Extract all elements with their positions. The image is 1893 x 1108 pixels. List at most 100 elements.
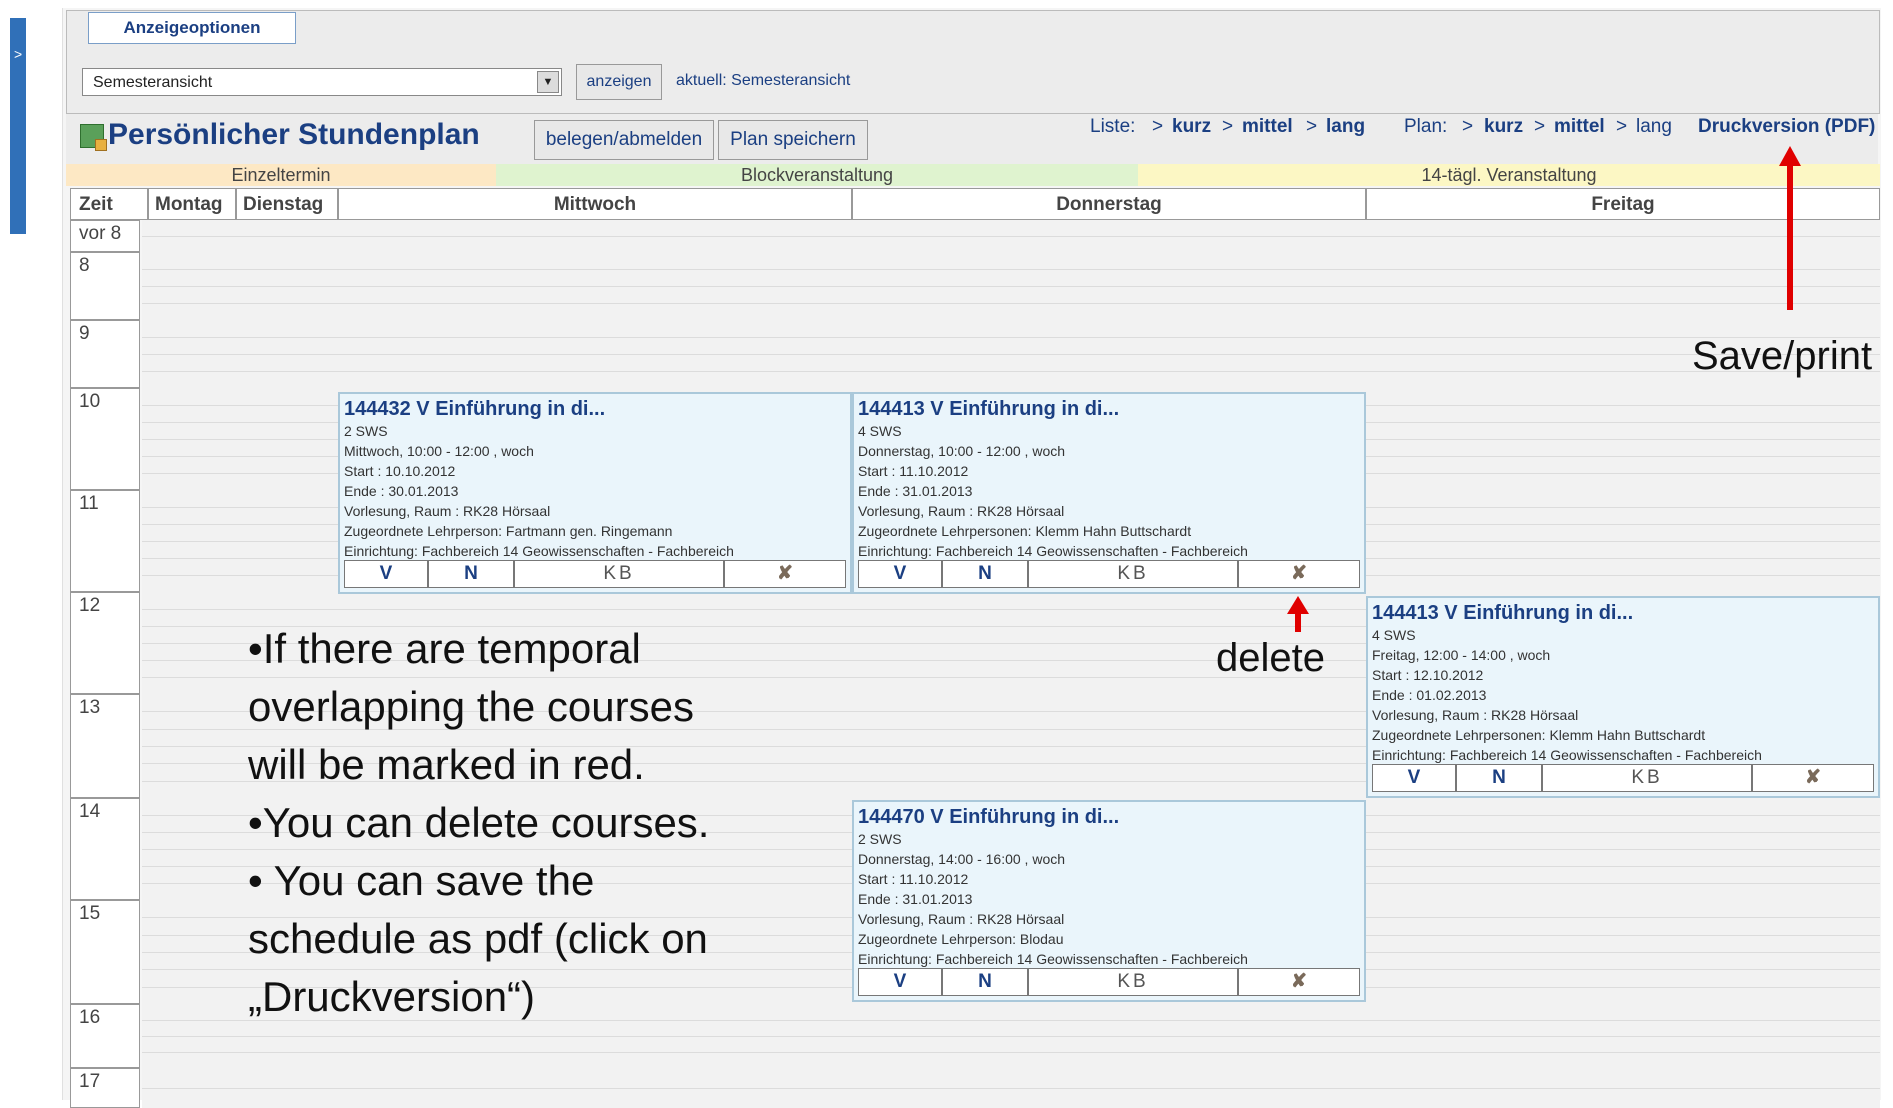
course-card[interactable]: 144470 V Einführung in di... 2 SWS Donne…	[852, 800, 1366, 1002]
course-sws: 2 SWS	[858, 831, 902, 847]
delete-callout: delete	[1216, 636, 1325, 680]
arrow-up-icon	[1787, 162, 1793, 310]
course-teacher: Zugeordnete Lehrpersonen: Klemm Hahn But…	[1372, 727, 1706, 743]
course-teacher: Zugeordnete Lehrperson: Blodau	[858, 931, 1064, 947]
delete-icon[interactable]: ✘	[1753, 765, 1873, 791]
delete-icon[interactable]: ✘	[1239, 969, 1359, 995]
list-mittel-link[interactable]: mittel	[1242, 116, 1293, 137]
annotation-line: •If there are temporal	[248, 625, 641, 672]
course-v-button[interactable]: V	[345, 561, 429, 587]
options-panel	[66, 10, 1880, 114]
save-print-callout: Save/print	[1692, 334, 1873, 378]
course-v-button[interactable]: V	[1373, 765, 1457, 791]
grid-line	[142, 337, 1880, 338]
grid-line	[142, 1036, 1880, 1037]
column-tuesday: Dienstag	[236, 188, 338, 220]
course-kb-button[interactable]: KB	[515, 561, 725, 587]
time-row-label: 13	[70, 694, 140, 798]
course-time: Donnerstag, 10:00 - 12:00 , woch	[858, 443, 1066, 459]
annotation-line: overlapping the courses	[248, 683, 694, 730]
course-teacher: Zugeordnete Lehrpersonen: Klemm Hahn But…	[858, 523, 1192, 539]
sep: >	[1616, 116, 1628, 137]
course-action-bar: V N KB ✘	[344, 560, 846, 588]
save-plan-button[interactable]: Plan speichern	[718, 120, 868, 160]
course-kb-button[interactable]: KB	[1029, 969, 1239, 995]
course-action-bar: V N KB ✘	[858, 968, 1360, 996]
annotation-line: • You can save the	[248, 857, 595, 904]
time-row-label: 10	[70, 388, 140, 490]
course-institution: Einrichtung: Fachbereich 14 Geowissensch…	[858, 951, 1248, 967]
list-label: Liste:	[1090, 116, 1136, 137]
course-start: Start : 12.10.2012	[1372, 667, 1484, 683]
column-time: Zeit	[70, 188, 148, 220]
column-thursday: Donnerstag	[852, 188, 1366, 220]
options-title: Anzeigeoptionen	[88, 12, 296, 44]
view-select[interactable]: Semesteransicht ▼	[82, 68, 562, 96]
grid-line	[142, 269, 1880, 270]
course-institution: Einrichtung: Fachbereich 14 Geowissensch…	[344, 543, 734, 559]
course-teacher: Zugeordnete Lehrperson: Fartmann gen. Ri…	[344, 523, 673, 539]
course-card[interactable]: 144413 V Einführung in di... 4 SWS Donne…	[852, 392, 1366, 594]
annotation-line: schedule as pdf (click on	[248, 915, 708, 962]
grid-line	[142, 354, 1880, 355]
delete-icon[interactable]: ✘	[1239, 561, 1359, 587]
course-card[interactable]: 144432 V Einführung in di... 2 SWS Mittw…	[338, 392, 852, 594]
course-room: Vorlesung, Raum : RK28 Hörsaal	[344, 503, 551, 519]
course-end: Ende : 31.01.2013	[858, 483, 973, 499]
course-n-button[interactable]: N	[429, 561, 515, 587]
delete-icon[interactable]: ✘	[725, 561, 845, 587]
course-title[interactable]: 144432 V Einführung in di...	[340, 394, 850, 421]
column-wednesday: Mittwoch	[338, 188, 852, 220]
list-lang-link[interactable]: lang	[1326, 116, 1365, 137]
course-title[interactable]: 144413 V Einführung in di...	[854, 394, 1364, 421]
plan-mittel-link[interactable]: mittel	[1554, 116, 1605, 137]
print-version-link[interactable]: Druckversion (PDF)	[1698, 116, 1875, 137]
annotation-line: •You can delete courses.	[248, 799, 710, 846]
enroll-button[interactable]: belegen/abmelden	[534, 120, 714, 160]
sidebar-toggle[interactable]: >	[10, 18, 26, 234]
time-row-label: vor 8	[70, 220, 140, 252]
course-end: Ende : 01.02.2013	[1372, 687, 1487, 703]
course-kb-button[interactable]: KB	[1543, 765, 1753, 791]
course-title[interactable]: 144470 V Einführung in di...	[854, 802, 1364, 829]
course-time: Freitag, 12:00 - 14:00 , woch	[1372, 647, 1551, 663]
course-room: Vorlesung, Raum : RK28 Hörsaal	[1372, 707, 1579, 723]
course-card[interactable]: 144413 V Einführung in di... 4 SWS Freit…	[1366, 596, 1880, 798]
annotation-text: •If there are temporal overlapping the c…	[248, 620, 788, 1026]
sep: >	[1306, 116, 1318, 137]
chevron-down-icon[interactable]: ▼	[537, 71, 559, 93]
current-view-text: aktuell: Semesteransicht	[676, 72, 851, 89]
time-row-label: 12	[70, 592, 140, 694]
arrow-up-icon	[1779, 146, 1801, 166]
course-kb-button[interactable]: KB	[1029, 561, 1239, 587]
column-friday: Freitag	[1366, 188, 1880, 220]
time-row-label: 11	[70, 490, 140, 592]
annotation-line: „Druckversion“)	[248, 973, 536, 1020]
show-button[interactable]: anzeigen	[576, 64, 662, 100]
course-sws: 4 SWS	[1372, 627, 1416, 643]
course-room: Vorlesung, Raum : RK28 Hörsaal	[858, 911, 1065, 927]
course-n-button[interactable]: N	[1457, 765, 1543, 791]
sep: >	[1462, 116, 1474, 137]
course-sws: 2 SWS	[344, 423, 388, 439]
course-time: Mittwoch, 10:00 - 12:00 , woch	[344, 443, 534, 459]
course-start: Start : 11.10.2012	[858, 871, 969, 887]
course-v-button[interactable]: V	[859, 561, 943, 587]
legend-single-date: Einzeltermin	[66, 164, 496, 186]
course-v-button[interactable]: V	[859, 969, 943, 995]
course-institution: Einrichtung: Fachbereich 14 Geowissensch…	[1372, 747, 1762, 763]
course-n-button[interactable]: N	[943, 561, 1029, 587]
time-row-label: 14	[70, 798, 140, 900]
sep: >	[1534, 116, 1546, 137]
page-title: Persönlicher Stundenplan	[108, 118, 480, 151]
grid-line	[142, 1088, 1880, 1089]
course-n-button[interactable]: N	[943, 969, 1029, 995]
course-room: Vorlesung, Raum : RK28 Hörsaal	[858, 503, 1065, 519]
course-title[interactable]: 144413 V Einführung in di...	[1368, 598, 1878, 625]
list-kurz-link[interactable]: kurz	[1172, 116, 1211, 137]
legend-block: Blockveranstaltung	[496, 164, 1138, 186]
plan-kurz-link[interactable]: kurz	[1484, 116, 1523, 137]
course-end: Ende : 31.01.2013	[858, 891, 973, 907]
course-start: Start : 10.10.2012	[344, 463, 456, 479]
sep: >	[1222, 116, 1234, 137]
